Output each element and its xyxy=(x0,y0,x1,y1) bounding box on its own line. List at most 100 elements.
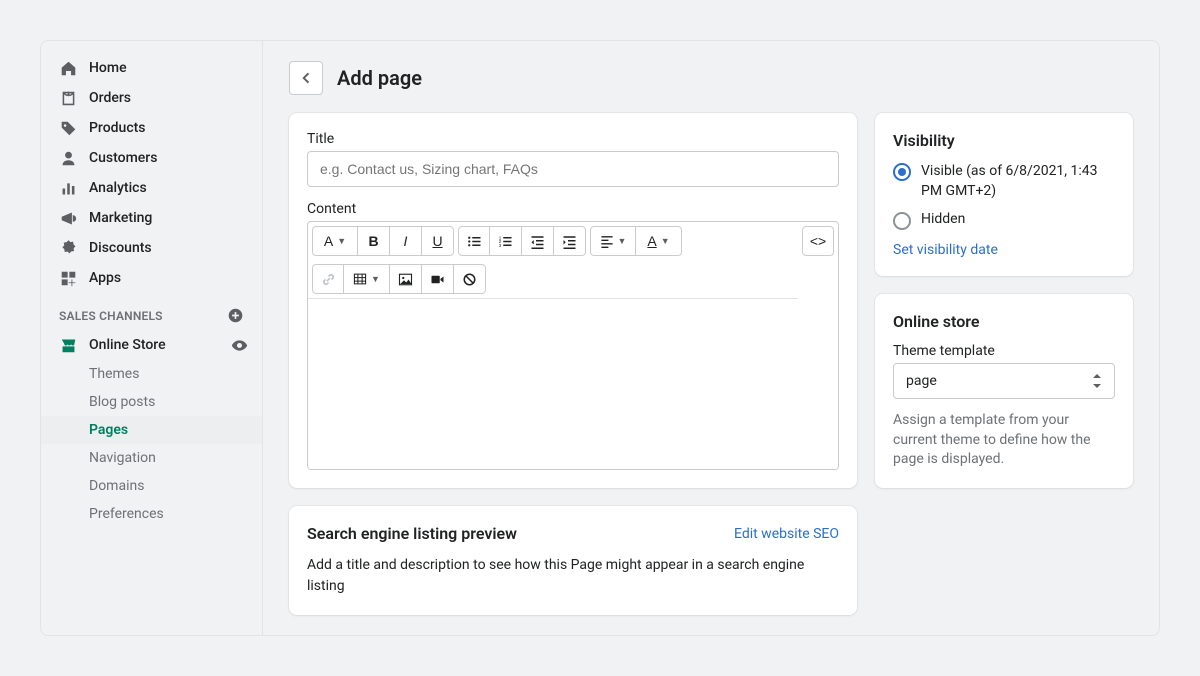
video-icon xyxy=(430,272,445,287)
link-button[interactable] xyxy=(312,264,344,294)
back-button[interactable] xyxy=(289,61,323,95)
bullet-list-button[interactable] xyxy=(458,226,490,256)
clear-icon xyxy=(462,272,477,287)
eye-icon[interactable] xyxy=(231,337,248,354)
numbered-list-icon: 123 xyxy=(498,234,513,249)
online-store-heading: Online store xyxy=(893,312,1115,331)
store-icon xyxy=(59,336,77,354)
megaphone-icon xyxy=(59,209,77,227)
italic-button[interactable]: I xyxy=(390,226,422,256)
chevron-down-icon: ▼ xyxy=(371,274,380,284)
underline-button[interactable]: U xyxy=(422,226,454,256)
tag-icon xyxy=(59,119,77,137)
seo-card: Search engine listing preview Edit websi… xyxy=(289,506,857,615)
radio-unselected-icon xyxy=(893,212,911,230)
set-visibility-date-link[interactable]: Set visibility date xyxy=(893,242,1115,258)
bold-button[interactable]: B xyxy=(358,226,390,256)
nav-label: Analytics xyxy=(89,180,147,196)
select-value: page xyxy=(906,373,937,389)
nav-label: Home xyxy=(89,60,127,76)
page-content-card: Title Content A▼ B xyxy=(289,113,857,488)
visibility-heading: Visibility xyxy=(893,131,1115,150)
indent-icon xyxy=(562,234,577,249)
updown-icon xyxy=(1092,374,1102,388)
video-button[interactable] xyxy=(422,264,454,294)
nav-sub-pages[interactable]: Pages xyxy=(41,416,262,444)
nav-label: Apps xyxy=(89,270,121,286)
table-icon xyxy=(353,272,367,286)
nav-label: Discounts xyxy=(89,240,152,256)
align-left-icon xyxy=(600,234,614,248)
format-select[interactable]: A▼ xyxy=(312,226,358,256)
clear-format-button[interactable] xyxy=(454,264,486,294)
nav-analytics[interactable]: Analytics xyxy=(41,173,262,203)
user-icon xyxy=(59,149,77,167)
link-icon xyxy=(321,272,336,287)
home-icon xyxy=(59,59,77,77)
visibility-radio-hidden[interactable]: Hidden xyxy=(893,211,1115,230)
nav-label: Customers xyxy=(89,150,157,166)
image-icon xyxy=(398,272,413,287)
outdent-button[interactable] xyxy=(522,226,554,256)
sidebar: Home Orders Products Customers Analytics xyxy=(41,41,263,635)
nav-label: Products xyxy=(89,120,146,136)
analytics-icon xyxy=(59,179,77,197)
table-button[interactable]: ▼ xyxy=(344,264,390,294)
radio-selected-icon xyxy=(893,163,911,181)
seo-heading: Search engine listing preview xyxy=(307,524,517,543)
visibility-radio-visible[interactable]: Visible (as of 6/8/2021, 1:43 PM GMT+2) xyxy=(893,162,1115,201)
chevron-down-icon: ▼ xyxy=(661,236,670,246)
template-label: Theme template xyxy=(893,343,1115,359)
nav-sub-preferences[interactable]: Preferences xyxy=(41,500,262,528)
nav-online-store[interactable]: Online Store xyxy=(41,330,231,360)
outdent-icon xyxy=(530,234,545,249)
page-title: Add page xyxy=(337,66,422,90)
discount-icon xyxy=(59,239,77,257)
image-button[interactable] xyxy=(390,264,422,294)
radio-label: Hidden xyxy=(921,211,965,227)
align-select[interactable]: ▼ xyxy=(590,226,636,256)
add-channel-icon[interactable] xyxy=(227,307,244,324)
indent-button[interactable] xyxy=(554,226,586,256)
nav-sub-themes[interactable]: Themes xyxy=(41,360,262,388)
page-header: Add page xyxy=(289,61,1133,95)
editor-body[interactable] xyxy=(308,299,838,469)
apps-icon xyxy=(59,269,77,287)
seo-body: Add a title and description to see how t… xyxy=(307,555,839,597)
svg-text:3: 3 xyxy=(499,242,502,247)
title-label: Title xyxy=(307,131,839,147)
nav-sub-blog[interactable]: Blog posts xyxy=(41,388,262,416)
online-store-card: Online store Theme template page Assign … xyxy=(875,294,1133,488)
visibility-card: Visibility Visible (as of 6/8/2021, 1:43… xyxy=(875,113,1133,276)
section-label: SALES CHANNELS xyxy=(59,309,163,323)
nav-section-channels: SALES CHANNELS xyxy=(41,293,262,330)
text-color-select[interactable]: A▼ xyxy=(636,226,682,256)
nav-home[interactable]: Home xyxy=(41,53,262,83)
orders-icon xyxy=(59,89,77,107)
chevron-down-icon: ▼ xyxy=(337,236,346,246)
arrow-left-icon xyxy=(297,69,315,87)
bullet-list-icon xyxy=(467,234,482,249)
nav-products[interactable]: Products xyxy=(41,113,262,143)
content-label: Content xyxy=(307,201,839,217)
edit-seo-link[interactable]: Edit website SEO xyxy=(734,526,839,542)
nav-label: Orders xyxy=(89,90,131,106)
template-help: Assign a template from your current them… xyxy=(893,411,1115,470)
nav-customers[interactable]: Customers xyxy=(41,143,262,173)
nav-sub-navigation[interactable]: Navigation xyxy=(41,444,262,472)
nav-apps[interactable]: Apps xyxy=(41,263,262,293)
rich-text-editor: A▼ B I U 123 xyxy=(307,221,839,470)
content-area: Add page Title Content xyxy=(263,41,1159,635)
template-select[interactable]: page xyxy=(893,363,1115,399)
nav-discounts[interactable]: Discounts xyxy=(41,233,262,263)
radio-label: Visible (as of 6/8/2021, 1:43 PM GMT+2) xyxy=(921,162,1115,201)
nav-label: Marketing xyxy=(89,210,152,226)
numbered-list-button[interactable]: 123 xyxy=(490,226,522,256)
nav-sub-domains[interactable]: Domains xyxy=(41,472,262,500)
app-frame: Home Orders Products Customers Analytics xyxy=(40,40,1160,636)
nav-marketing[interactable]: Marketing xyxy=(41,203,262,233)
title-input[interactable] xyxy=(307,151,839,187)
html-view-button[interactable]: <> xyxy=(802,226,834,256)
nav-orders[interactable]: Orders xyxy=(41,83,262,113)
nav-label: Online Store xyxy=(89,337,166,353)
